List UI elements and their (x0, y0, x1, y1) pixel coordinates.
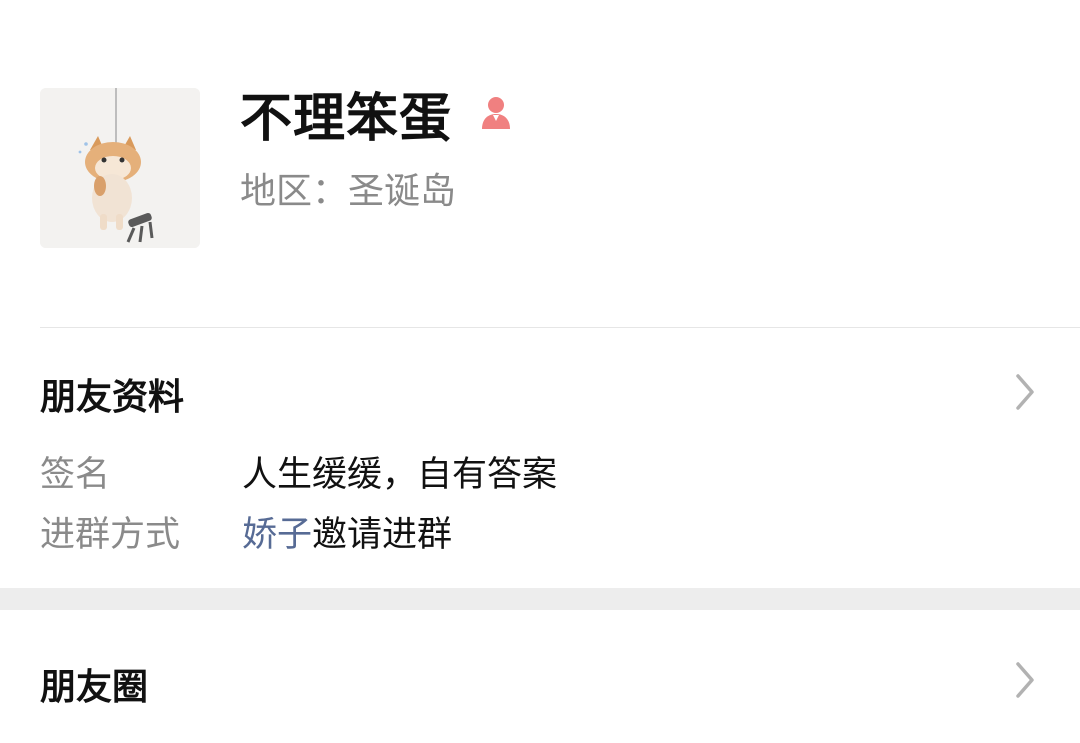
moments-row[interactable] (0, 610, 1080, 743)
nickname-row: 不理笨蛋 (240, 80, 516, 149)
section-separator (0, 588, 1080, 610)
inviter-link[interactable]: 娇子 (242, 515, 312, 555)
chevron-right-icon (1016, 662, 1034, 698)
hanging-cat-avatar-icon (40, 88, 200, 248)
join-method-suffix: 邀请进群 (312, 515, 453, 555)
nickname: 不理笨蛋 (240, 88, 453, 149)
friend-info-title: 朋友资料 (40, 377, 185, 418)
signature-value: 人生缓缓，自有答案 (242, 455, 558, 495)
region-text: 地区：圣诞岛 (240, 171, 457, 212)
chevron-right-icon (1016, 374, 1034, 410)
divider (40, 327, 1080, 328)
avatar[interactable] (40, 88, 200, 248)
signature-label: 签名 (40, 455, 111, 495)
moments-title: 朋友圈 (40, 667, 149, 708)
female-person-icon (476, 93, 516, 133)
profile-page: 不理笨蛋 地区：圣诞岛 朋友资料 签名 人生缓缓，自有答案 进群方式 娇子邀请进… (0, 0, 1080, 743)
join-method-value: 娇子邀请进群 (242, 506, 452, 557)
join-method-label: 进群方式 (40, 515, 181, 555)
